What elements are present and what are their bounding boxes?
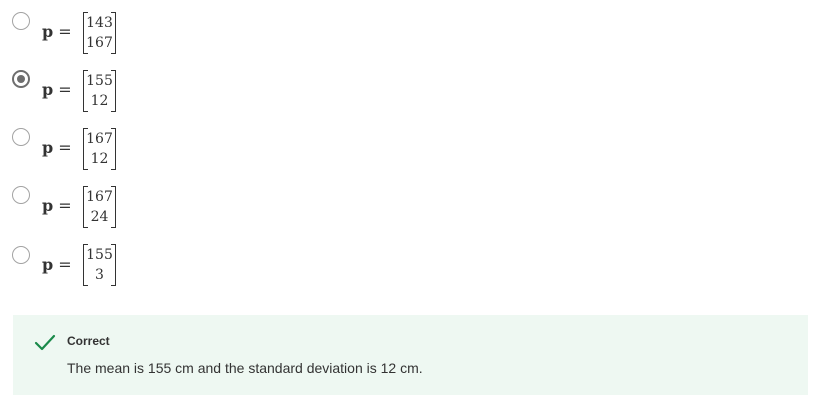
radio-button-option-1[interactable] bbox=[12, 12, 30, 30]
equals-sign: = bbox=[58, 22, 72, 41]
radio-selected-dot bbox=[17, 75, 25, 83]
answer-option-4[interactable]: p = 167 24 bbox=[12, 186, 212, 230]
column-vector: 143 167 bbox=[83, 12, 116, 54]
variable-p: p bbox=[42, 22, 54, 41]
variable-p: p bbox=[42, 138, 54, 157]
feedback-status: Correct bbox=[67, 334, 110, 348]
vector-entry-top: 155 bbox=[86, 73, 113, 89]
equals-sign: = bbox=[58, 138, 72, 157]
feedback-message: The mean is 155 cm and the standard devi… bbox=[67, 360, 423, 376]
equation-label: p = bbox=[42, 255, 72, 274]
equals-sign: = bbox=[58, 255, 72, 274]
equation-label: p = bbox=[42, 22, 72, 41]
column-vector: 155 12 bbox=[83, 70, 116, 112]
vector-entry-bottom: 12 bbox=[90, 93, 109, 109]
column-vector: 167 12 bbox=[83, 128, 116, 170]
vector-entry-bottom: 12 bbox=[90, 151, 109, 167]
radio-button-option-5[interactable] bbox=[12, 246, 30, 264]
radio-button-option-3[interactable] bbox=[12, 128, 30, 146]
equation-label: p = bbox=[42, 80, 72, 99]
answer-option-5[interactable]: p = 155 3 bbox=[12, 244, 212, 288]
variable-p: p bbox=[42, 255, 54, 274]
vector-entry-top: 167 bbox=[86, 131, 113, 147]
equals-sign: = bbox=[58, 196, 72, 215]
answer-option-2[interactable]: p = 155 12 bbox=[12, 70, 212, 114]
vector-entry-bottom: 3 bbox=[95, 267, 104, 283]
feedback-panel: Correct The mean is 155 cm and the stand… bbox=[13, 315, 808, 395]
variable-p: p bbox=[42, 196, 54, 215]
equation-label: p = bbox=[42, 138, 72, 157]
vector-entry-top: 167 bbox=[86, 189, 113, 205]
answer-option-1[interactable]: p = 143 167 bbox=[12, 12, 212, 56]
radio-button-option-4[interactable] bbox=[12, 186, 30, 204]
variable-p: p bbox=[42, 80, 54, 99]
answer-option-3[interactable]: p = 167 12 bbox=[12, 128, 212, 172]
checkmark-icon bbox=[34, 334, 56, 351]
equals-sign: = bbox=[58, 80, 72, 99]
vector-entry-top: 155 bbox=[86, 247, 113, 263]
vector-entry-bottom: 24 bbox=[90, 209, 109, 225]
radio-button-option-2[interactable] bbox=[12, 70, 30, 88]
column-vector: 155 3 bbox=[83, 244, 116, 286]
equation-label: p = bbox=[42, 196, 72, 215]
vector-entry-top: 143 bbox=[86, 15, 113, 31]
vector-entry-bottom: 167 bbox=[86, 35, 113, 51]
column-vector: 167 24 bbox=[83, 186, 116, 228]
